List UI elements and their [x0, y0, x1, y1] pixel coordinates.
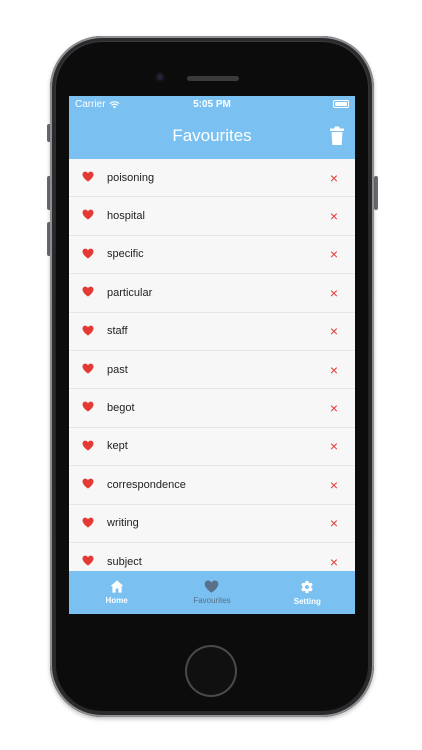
heart-icon: [205, 580, 219, 593]
close-icon[interactable]: ×: [327, 516, 341, 530]
navigation-bar: Favourites: [69, 114, 355, 159]
heart-icon: [82, 555, 94, 566]
list-item[interactable]: poisoning ×: [69, 159, 355, 198]
front-camera: [155, 72, 165, 82]
list-item[interactable]: hospital ×: [69, 197, 355, 236]
tab-setting[interactable]: Setting: [260, 571, 355, 614]
favourite-word: poisoning: [107, 171, 155, 184]
power-button: [374, 176, 378, 210]
tab-favourites-label: Favourites: [193, 596, 231, 605]
home-hardware-button[interactable]: [187, 647, 235, 695]
favourite-word: staff: [107, 325, 128, 338]
close-icon[interactable]: ×: [327, 363, 341, 377]
heart-icon: [82, 440, 94, 451]
trash-icon[interactable]: [329, 126, 345, 146]
close-icon[interactable]: ×: [327, 209, 341, 223]
heart-icon: [82, 171, 94, 182]
heart-icon: [82, 210, 94, 220]
list-item[interactable]: subject ×: [69, 543, 355, 571]
app-screen: Carrier 5:05 PM Favourites poisoning × hos…: [69, 96, 355, 614]
list-item[interactable]: past ×: [69, 351, 355, 390]
list-item[interactable]: correspondence ×: [69, 466, 355, 505]
list-item[interactable]: staff ×: [69, 313, 355, 351]
home-icon: [110, 580, 124, 593]
favourite-word: past: [107, 363, 128, 376]
favourite-word: writing: [107, 517, 139, 530]
page-title: Favourites: [172, 126, 252, 145]
heart-icon: [82, 248, 94, 259]
heart-icon: [82, 478, 94, 489]
close-icon[interactable]: ×: [327, 247, 341, 261]
favourite-word: kept: [107, 440, 128, 453]
heart-icon: [82, 286, 94, 297]
heart-icon: [82, 363, 94, 374]
status-time: 5:05 PM: [193, 99, 231, 110]
list-item[interactable]: begot ×: [69, 389, 355, 428]
list-item[interactable]: writing ×: [69, 505, 355, 543]
list-item[interactable]: particular ×: [69, 274, 355, 313]
favourite-word: begot: [107, 402, 135, 415]
favourite-word: specific: [107, 248, 144, 261]
close-icon[interactable]: ×: [327, 439, 341, 453]
earpiece-speaker: [187, 76, 239, 81]
heart-icon: [82, 325, 94, 336]
list-item[interactable]: specific ×: [69, 236, 355, 275]
heart-icon: [82, 401, 94, 412]
list-item[interactable]: kept ×: [69, 428, 355, 467]
close-icon[interactable]: ×: [327, 555, 341, 569]
favourites-list: poisoning × hospital × specific × particular × s…: [69, 159, 355, 571]
heart-icon: [82, 517, 94, 528]
favourite-word: hospital: [107, 210, 145, 223]
favourite-word: subject: [107, 555, 142, 568]
tab-bar: Home Favourites Setting: [69, 571, 355, 614]
close-icon[interactable]: ×: [327, 324, 341, 338]
close-icon[interactable]: ×: [327, 401, 341, 415]
favourite-word: particular: [107, 286, 153, 299]
close-icon[interactable]: ×: [327, 171, 341, 185]
tab-home[interactable]: Home: [69, 571, 164, 614]
battery-icon: [333, 100, 349, 108]
status-bar: Carrier 5:05 PM: [69, 96, 355, 114]
tab-setting-label: Setting: [293, 597, 321, 606]
tab-favourites[interactable]: Favourites: [164, 571, 259, 614]
favourite-word: correspondence: [107, 478, 186, 491]
close-icon[interactable]: ×: [327, 478, 341, 492]
app-showcase: Carrier 5:05 PM Favourites poisoning × hos…: [0, 0, 422, 750]
gear-icon: [301, 580, 313, 594]
tab-home-label: Home: [105, 596, 128, 605]
close-icon[interactable]: ×: [327, 286, 341, 300]
